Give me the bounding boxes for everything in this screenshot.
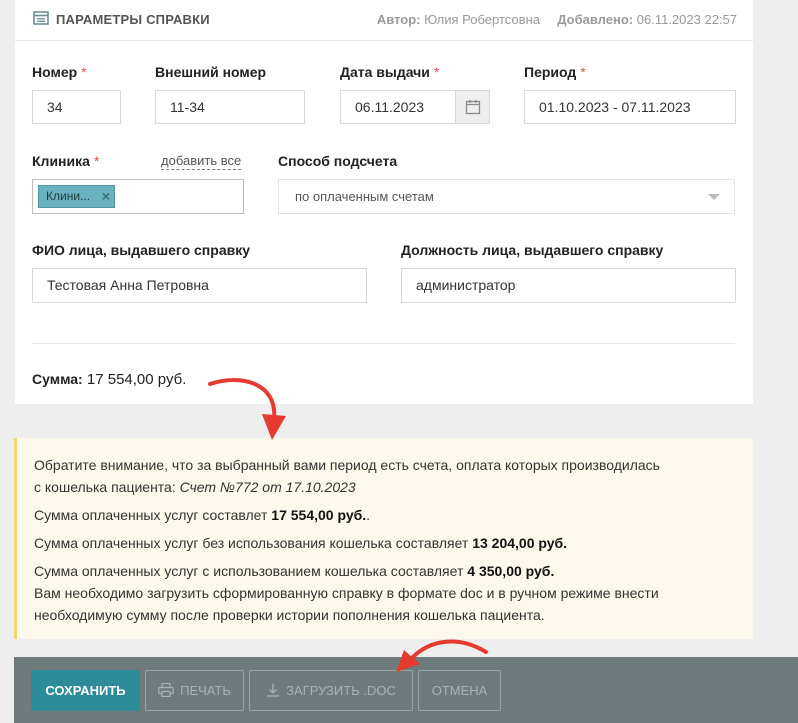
clinic-label-text: Клиника [32,153,90,169]
sum-label: Сумма: [32,371,83,387]
card-meta: Автор: Юлия Робертсовна Добавлено: 06.11… [377,12,737,27]
close-icon[interactable]: × [102,186,110,207]
required-mark: * [93,153,100,169]
printer-icon [158,683,174,698]
download-doc-button[interactable]: ЗАГРУЗИТЬ .DOC [249,670,413,711]
issue-date-label-text: Дата выдачи [340,64,430,80]
instruction-line-2: необходимую сумму после проверки истории… [34,607,545,623]
calendar-button[interactable] [456,90,490,124]
added-label: Добавлено: [557,12,634,27]
external-number-label: Внешний номер [155,64,267,80]
period-label: Период * [524,64,586,80]
calc-method-label: Способ подсчета [278,153,398,169]
invoice-reference: Счет №772 от 17.10.2023 [179,479,356,495]
wallet-prefix: Сумма оплаченных услуг с использованием … [34,563,468,579]
no-wallet-prefix: Сумма оплаченных услуг без использования… [34,535,473,551]
required-mark: * [580,64,586,80]
issue-date-label: Дата выдачи * [340,64,439,80]
no-wallet-value: 13 204,00 руб. [472,535,568,551]
download-doc-label: ЗАГРУЗИТЬ .DOC [286,683,396,698]
period-label-text: Период [524,64,577,80]
notice-line-2-prefix: с кошелька пациента: [34,479,180,495]
print-button[interactable]: ПЕЧАТЬ [145,670,244,711]
required-mark: * [81,64,87,80]
notice-line-2: с кошелька пациента: Счет №772 от 17.10.… [34,476,744,498]
document-icon [33,11,49,30]
instruction-line-1: Вам необходимо загрузить сформированную … [34,585,659,601]
card-header: ПАРАМЕТРЫ СПРАВКИ Автор: Юлия Робертсовн… [15,0,753,41]
no-wallet-line: Сумма оплаченных услуг без использования… [34,532,744,554]
certificate-params-card: ПАРАМЕТРЫ СПРАВКИ Автор: Юлия Робертсовн… [15,0,753,404]
paid-prefix: Сумма оплаченных услуг составлет [34,507,272,523]
period-input[interactable]: 01.10.2023 - 07.11.2023 [524,90,736,124]
paid-suffix: . [366,507,371,523]
paid-value: 17 554,00 руб. [271,507,367,523]
issuer-name-label: ФИО лица, выдавшего справку [32,242,250,258]
issuer-name-input[interactable]: Тестовая Анна Петровна [32,268,367,303]
sum-row: Сумма: 17 554,00 руб. [32,371,186,388]
clinic-label: Клиника * [32,153,99,169]
wallet-notice: Обратите внимание, что за выбранный вами… [14,438,753,639]
number-input[interactable]: 34 [32,90,121,124]
wallet-value: 4 350,00 руб. [467,563,555,579]
chevron-down-icon [708,194,720,200]
author-value: Юлия Робертсовна [424,12,540,27]
notice-line-1: Обратите внимание, что за выбранный вами… [34,457,660,473]
wallet-line: Сумма оплаченных услуг с использованием … [34,560,744,582]
external-number-input[interactable]: 11-34 [155,90,305,124]
card-title: ПАРАМЕТРЫ СПРАВКИ [56,12,210,27]
print-button-label: ПЕЧАТЬ [180,683,231,698]
issuer-position-input[interactable]: администратор [401,268,736,303]
issue-date-input[interactable]: 06.11.2023 [340,90,456,124]
calc-method-select[interactable]: по оплаченным счетам [278,179,735,214]
clinic-tag: Клини... × [38,185,115,208]
download-icon [267,683,280,697]
added-value: 06.11.2023 22:57 [636,12,737,27]
clinic-tag-label: Клини... [46,189,91,203]
required-mark: * [433,64,440,80]
number-label: Номер * [32,64,87,80]
save-button[interactable]: СОХРАНИТЬ [31,670,140,711]
clinic-multiselect[interactable]: Клини... × [32,179,244,214]
calc-method-value: по оплаченным счетам [295,189,434,204]
action-bar: СОХРАНИТЬ ПЕЧАТЬ ЗАГРУЗИТЬ .DOC ОТМЕНА [14,657,798,723]
calendar-icon [465,100,481,115]
add-all-link[interactable]: добавить все [161,153,242,170]
cancel-button[interactable]: ОТМЕНА [418,670,501,711]
issuer-position-label: Должность лица, выдавшего справку [401,242,664,258]
sum-value: 17 554,00 руб. [86,371,187,388]
number-label-text: Номер [32,64,78,80]
divider [32,343,735,344]
paid-total-line: Сумма оплаченных услуг составлет 17 554,… [34,504,744,526]
notice-body: Обратите внимание, что за выбранный вами… [34,454,744,626]
author-label: Автор: [376,12,421,27]
